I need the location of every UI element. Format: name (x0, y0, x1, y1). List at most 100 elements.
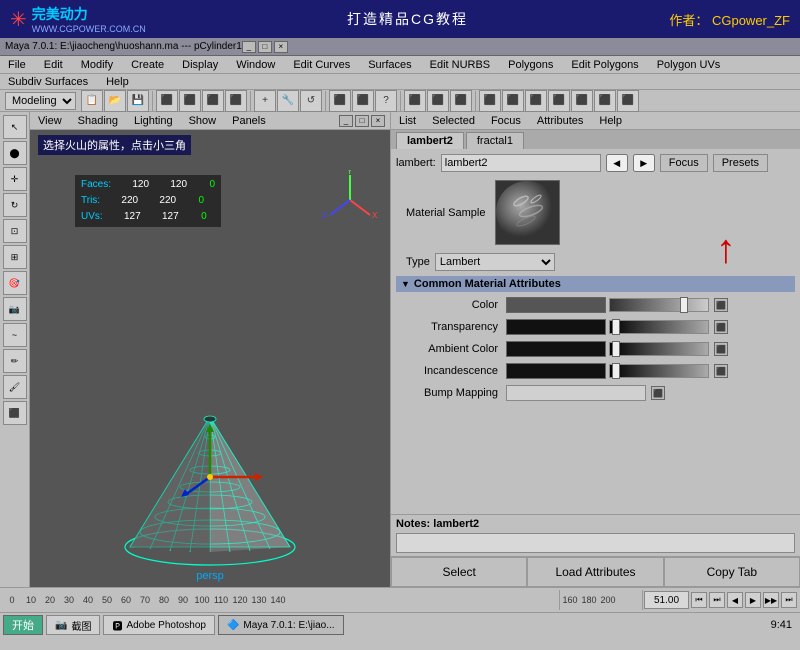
load-attributes-button[interactable]: Load Attributes (527, 557, 663, 587)
toolbar-icon-8[interactable]: + (254, 90, 276, 112)
play-begin[interactable]: ⏮ (691, 592, 707, 608)
attr-focus-menu[interactable]: Focus (488, 114, 524, 128)
show-menu[interactable]: Show (186, 114, 220, 128)
toolbar-icon-20[interactable]: ⬛ (548, 90, 570, 112)
lambert-name-input[interactable] (441, 154, 601, 172)
maximize-btn[interactable]: □ (258, 41, 272, 53)
attr-nav-next[interactable]: ▶ (633, 154, 655, 172)
left-tool-rotate[interactable]: ↻ (3, 193, 27, 217)
menu-polygons[interactable]: Polygons (505, 58, 556, 72)
play-prev[interactable]: ◀ (727, 592, 743, 608)
menu-polygon-uvs[interactable]: Polygon UVs (654, 58, 724, 72)
attr-help-menu[interactable]: Help (596, 114, 625, 128)
toolbar-icon-6[interactable]: ⬛ (202, 90, 224, 112)
material-sample-img[interactable] (495, 180, 560, 245)
toolbar-icon-21[interactable]: ⬛ (571, 90, 593, 112)
incandescence-extra-btn[interactable]: ⬛ (714, 364, 728, 378)
viewport-maximize[interactable]: □ (355, 115, 369, 127)
attr-attributes-menu[interactable]: Attributes (534, 114, 586, 128)
viewport-content[interactable]: 选择火山的属性，点击小三角 Faces: 120 120 0 Tris: 220… (30, 130, 390, 587)
toolbar-icon-4[interactable]: ⬛ (156, 90, 178, 112)
shading-menu[interactable]: Shading (75, 114, 121, 128)
menu-create[interactable]: Create (128, 58, 167, 72)
panels-menu[interactable]: Panels (229, 114, 269, 128)
menu-file[interactable]: File (5, 58, 29, 72)
left-tool-sculpt[interactable]: ✏ (3, 349, 27, 373)
attr-list-menu[interactable]: List (396, 114, 419, 128)
transparency-extra-btn[interactable]: ⬛ (714, 320, 728, 334)
ambient-slider[interactable] (609, 342, 709, 356)
menu-subdiv[interactable]: Subdiv Surfaces (5, 75, 91, 89)
attr-nav-prev[interactable]: ◀ (606, 154, 628, 172)
play-end[interactable]: ⏭ (781, 592, 797, 608)
left-tool-paint[interactable]: 🖌 (3, 375, 27, 399)
view-menu[interactable]: View (35, 114, 65, 128)
toolbar-icon-14[interactable]: ⬛ (404, 90, 426, 112)
color-swatch[interactable] (506, 297, 606, 313)
left-tool-manip[interactable]: ⊞ (3, 245, 27, 269)
transparency-slider[interactable] (609, 320, 709, 334)
left-tool-curve[interactable]: ~ (3, 323, 27, 347)
taskbar-maya[interactable]: 🔷 Maya 7.0.1: E:\jiao... (218, 615, 344, 635)
section-collapse-icon[interactable]: ▼ (401, 279, 410, 289)
focus-button[interactable]: Focus (660, 154, 708, 172)
toolbar-icon-1[interactable]: 📋 (81, 90, 103, 112)
attr-selected-menu[interactable]: Selected (429, 114, 478, 128)
left-tool-lasso[interactable]: ⬤ (3, 141, 27, 165)
transparency-slider-thumb[interactable] (612, 319, 620, 335)
incandescence-slider-thumb[interactable] (612, 363, 620, 379)
close-btn[interactable]: × (274, 41, 288, 53)
toolbar-icon-17[interactable]: ⬛ (479, 90, 501, 112)
ambient-extra-btn[interactable]: ⬛ (714, 342, 728, 356)
play-next[interactable]: ▶▶ (763, 592, 779, 608)
toolbar-icon-9[interactable]: 🔧 (277, 90, 299, 112)
menu-edit-nurbs[interactable]: Edit NURBS (427, 58, 494, 72)
toolbar-icon-15[interactable]: ⬛ (427, 90, 449, 112)
viewport-close[interactable]: × (371, 115, 385, 127)
toolbar-icon-12[interactable]: ⬛ (352, 90, 374, 112)
toolbar-icon-2[interactable]: 📂 (104, 90, 126, 112)
presets-button[interactable]: Presets (713, 154, 768, 172)
menu-display[interactable]: Display (179, 58, 221, 72)
transparency-swatch[interactable] (506, 319, 606, 335)
tab-fractal1[interactable]: fractal1 (466, 132, 524, 149)
ambient-swatch[interactable] (506, 341, 606, 357)
mode-select[interactable]: Modeling (5, 92, 76, 110)
toolbar-icon-7[interactable]: ⬛ (225, 90, 247, 112)
menu-window[interactable]: Window (233, 58, 278, 72)
incandescence-swatch[interactable] (506, 363, 606, 379)
toolbar-icon-13[interactable]: ? (375, 90, 397, 112)
left-tool-select[interactable]: ↖ (3, 115, 27, 139)
minimize-btn[interactable]: _ (242, 41, 256, 53)
toolbar-icon-5[interactable]: ⬛ (179, 90, 201, 112)
menu-help[interactable]: Help (103, 75, 132, 89)
left-tool-extra[interactable]: ⬛ (3, 401, 27, 425)
play-prev-key[interactable]: ⏭ (709, 592, 725, 608)
left-tool-move[interactable]: ✛ (3, 167, 27, 191)
bump-input[interactable] (506, 385, 646, 401)
incandescence-slider[interactable] (609, 364, 709, 378)
play-forward[interactable]: ▶ (745, 592, 761, 608)
lighting-menu[interactable]: Lighting (131, 114, 176, 128)
notes-input[interactable] (396, 533, 795, 553)
toolbar-icon-3[interactable]: 💾 (127, 90, 149, 112)
left-tool-scale[interactable]: ⊡ (3, 219, 27, 243)
menu-edit-curves[interactable]: Edit Curves (290, 58, 353, 72)
taskbar-photoshop[interactable]: 🅿 Adobe Photoshop (103, 615, 215, 635)
tab-lambert2[interactable]: lambert2 (396, 132, 464, 149)
start-button[interactable]: 开始 (3, 615, 43, 635)
toolbar-icon-11[interactable]: ⬛ (329, 90, 351, 112)
toolbar-icon-23[interactable]: ⬛ (617, 90, 639, 112)
bump-extra-btn[interactable]: ⬛ (651, 386, 665, 400)
menu-edit[interactable]: Edit (41, 58, 66, 72)
toolbar-icon-10[interactable]: ↺ (300, 90, 322, 112)
type-select[interactable]: Lambert (435, 253, 555, 271)
toolbar-icon-19[interactable]: ⬛ (525, 90, 547, 112)
ambient-slider-thumb[interactable] (612, 341, 620, 357)
left-tool-snap[interactable]: 🎯 (3, 271, 27, 295)
toolbar-icon-18[interactable]: ⬛ (502, 90, 524, 112)
select-button[interactable]: Select (391, 557, 527, 587)
taskbar-screenshot[interactable]: 📷 截图 (46, 615, 100, 635)
color-slider-thumb[interactable] (680, 297, 688, 313)
menu-modify[interactable]: Modify (78, 58, 116, 72)
